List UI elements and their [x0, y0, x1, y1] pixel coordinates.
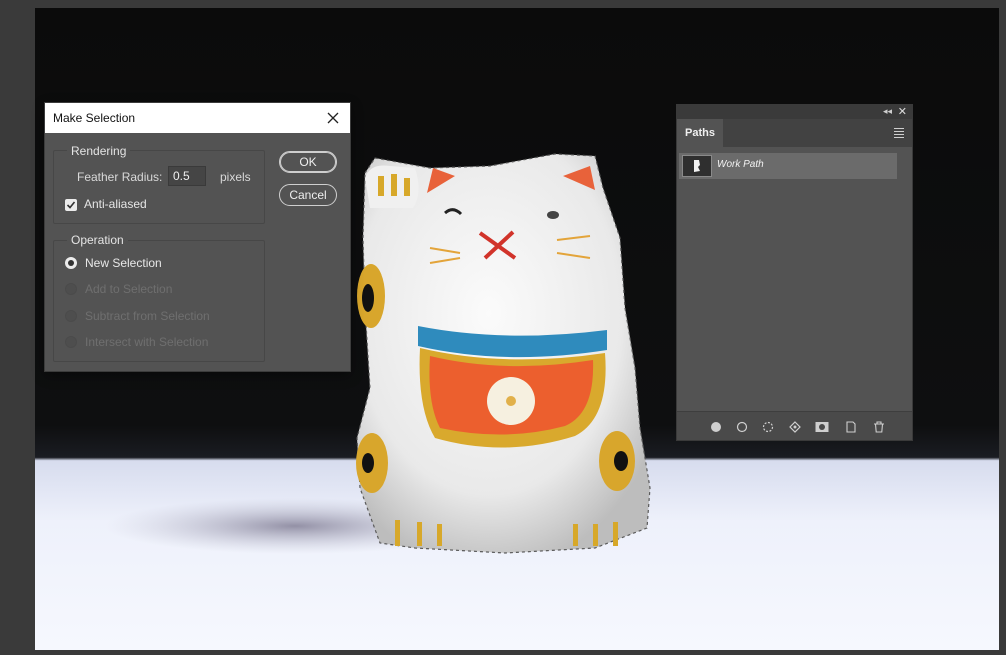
anti-aliased-checkbox[interactable] — [65, 199, 77, 211]
rendering-group — [53, 150, 265, 224]
radio-label-new-selection: New Selection — [85, 256, 162, 270]
anti-aliased-label: Anti-aliased — [84, 197, 147, 211]
cancel-button[interactable]: Cancel — [279, 184, 337, 206]
feather-radius-label: Feather Radius: — [77, 170, 163, 184]
radio-intersect-with-selection[interactable] — [65, 336, 77, 348]
paths-panel: ◂◂ ✕ Paths Work Path — [677, 105, 912, 440]
radio-label-add-to-selection: Add to Selection — [85, 282, 173, 296]
path-thumbnail — [682, 155, 712, 177]
path-item-work-path[interactable]: Work Path — [679, 153, 897, 179]
radio-label-subtract-from-selection: Subtract from Selection — [85, 309, 210, 323]
new-path-icon[interactable] — [845, 420, 857, 433]
feather-unit-label: pixels — [220, 170, 251, 184]
tab-paths[interactable]: Paths — [677, 119, 723, 147]
radio-subtract-from-selection[interactable] — [65, 310, 77, 322]
radio-new-selection[interactable] — [65, 257, 77, 269]
panel-footer — [677, 411, 912, 440]
dialog-title: Make Selection — [53, 111, 136, 125]
feather-radius-input[interactable] — [168, 166, 206, 186]
close-icon[interactable] — [322, 107, 344, 129]
panel-tabbar: Paths — [677, 119, 912, 147]
panel-topbar[interactable]: ◂◂ ✕ — [677, 105, 912, 119]
stroke-path-icon[interactable] — [736, 420, 748, 433]
add-mask-icon[interactable] — [815, 420, 829, 432]
make-work-path-icon[interactable] — [789, 420, 801, 433]
close-panel-icon[interactable]: ✕ — [898, 105, 907, 118]
dialog-titlebar[interactable]: Make Selection — [45, 103, 350, 133]
checkmark-icon — [66, 201, 76, 209]
rendering-label: Rendering — [67, 144, 131, 158]
path-name: Work Path — [717, 159, 764, 170]
collapse-panel-icon[interactable]: ◂◂ — [883, 106, 892, 117]
make-selection-dialog: Make Selection Rendering Feather Radius:… — [45, 103, 350, 371]
load-as-selection-icon[interactable] — [762, 420, 774, 433]
radio-add-to-selection[interactable] — [65, 283, 77, 295]
ok-button[interactable]: OK — [279, 151, 337, 173]
operation-label: Operation — [67, 233, 128, 247]
fill-path-icon[interactable] — [710, 420, 722, 432]
panel-menu-icon[interactable] — [894, 128, 904, 140]
delete-path-icon[interactable] — [873, 420, 885, 433]
radio-label-intersect-with-selection: Intersect with Selection — [85, 335, 209, 349]
